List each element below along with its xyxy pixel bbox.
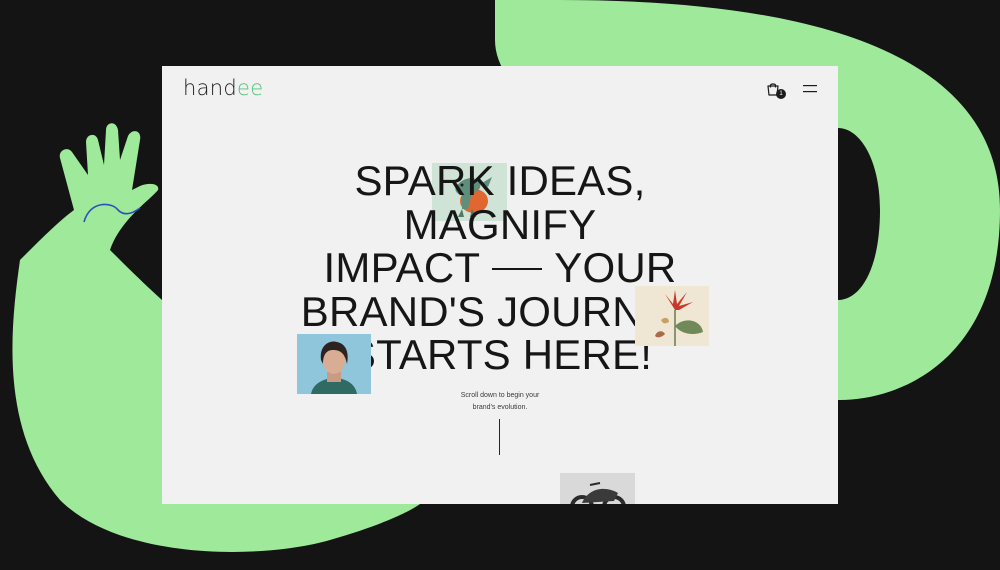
motorcycle-image (560, 473, 635, 504)
cart-count-badge: 1 (776, 89, 786, 99)
headline-line-2: MAGNIFY (403, 200, 597, 248)
headline-line-3: IMPACT YOUR (240, 246, 760, 290)
headline-line-3-start: IMPACT (323, 244, 481, 291)
woman-portrait-image (297, 334, 371, 394)
cart-button[interactable]: 1 (766, 79, 786, 99)
logo-text: hand (183, 76, 238, 100)
brand-logo[interactable]: handee (183, 76, 263, 100)
website-preview: handee 1 SPARK IDEAS, MAGNIFY IMPACT YOU… (162, 66, 838, 504)
hamburger-menu-icon (803, 85, 817, 93)
scroll-caption: Scroll down to begin your brand's evolut… (450, 390, 550, 414)
headline-dash (492, 267, 543, 270)
scroll-caption-line-1: Scroll down to begin your (460, 392, 540, 399)
scroll-caption-line-2: brand's evolution. (472, 404, 528, 411)
headline-line-3-end: YOUR (554, 244, 677, 291)
menu-button[interactable] (802, 82, 818, 94)
scroll-indicator-line (499, 419, 500, 455)
headline-line-1: SPARK IDEAS, (354, 157, 646, 204)
flower-illustration-image (635, 286, 709, 346)
logo-accent-text: ee (237, 76, 264, 100)
